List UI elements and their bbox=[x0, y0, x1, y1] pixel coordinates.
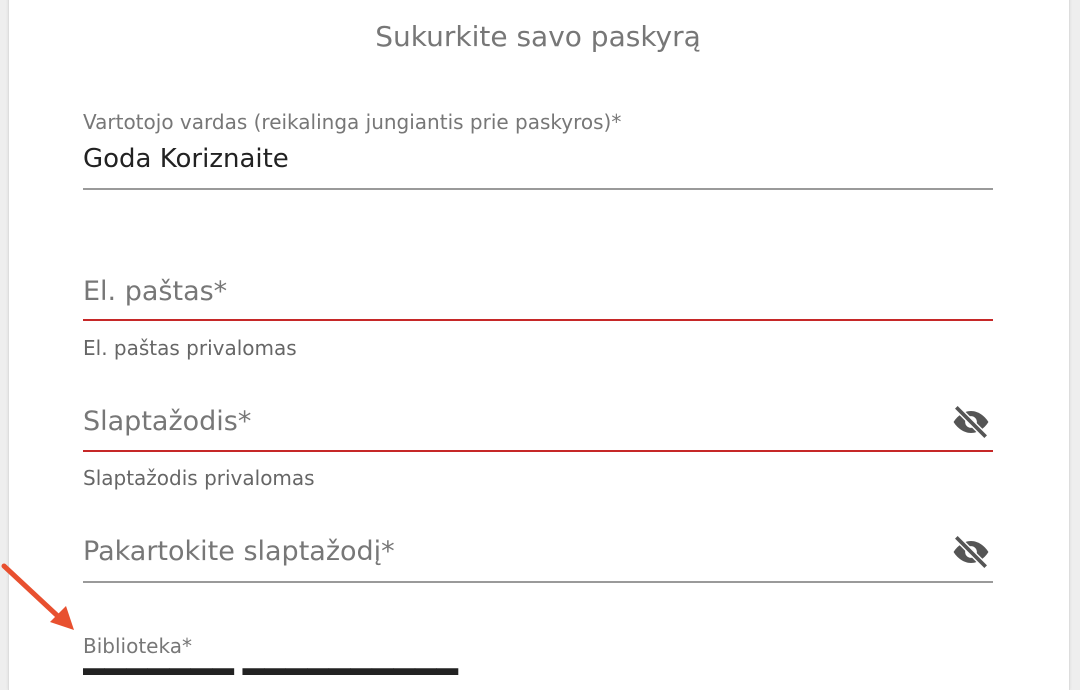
password-error-text: Slaptažodis privalomas bbox=[83, 466, 315, 490]
username-field[interactable]: Vartotojo vardas (reikalinga jungiantis … bbox=[83, 108, 993, 192]
password-underline bbox=[83, 450, 993, 452]
username-underline bbox=[83, 188, 993, 190]
password-placeholder[interactable]: Slaptažodis* bbox=[83, 406, 251, 437]
password-repeat-field[interactable]: Pakartokite slaptažodį* bbox=[83, 530, 993, 590]
password-field[interactable]: Slaptažodis* Slaptažodis privalomas bbox=[83, 400, 993, 495]
username-label: Vartotojo vardas (reikalinga jungiantis … bbox=[83, 110, 622, 134]
library-label: Biblioteka* bbox=[83, 634, 192, 658]
email-error-text: El. paštas privalomas bbox=[83, 336, 297, 360]
email-field[interactable]: El. paštas* El. paštas privalomas bbox=[83, 270, 993, 365]
annotation-arrow-icon bbox=[1, 563, 74, 630]
page-subtitle: Sukurkite savo paskyrą bbox=[375, 20, 701, 53]
email-underline bbox=[83, 319, 993, 321]
eye-off-icon[interactable] bbox=[949, 530, 993, 574]
username-input[interactable]: Goda Koriznaite bbox=[83, 144, 289, 174]
email-placeholder[interactable]: El. paštas* bbox=[83, 276, 227, 307]
eye-off-icon[interactable] bbox=[949, 400, 993, 444]
password-repeat-underline bbox=[83, 581, 993, 583]
library-value-cropped: ▆▆▆▆▆▆▆ ▆▆▆▆▆▆▆▆▆▆ ▆▆▆▆▆▆▆▆ bbox=[83, 664, 583, 675]
password-repeat-placeholder[interactable]: Pakartokite slaptažodį* bbox=[83, 536, 395, 567]
